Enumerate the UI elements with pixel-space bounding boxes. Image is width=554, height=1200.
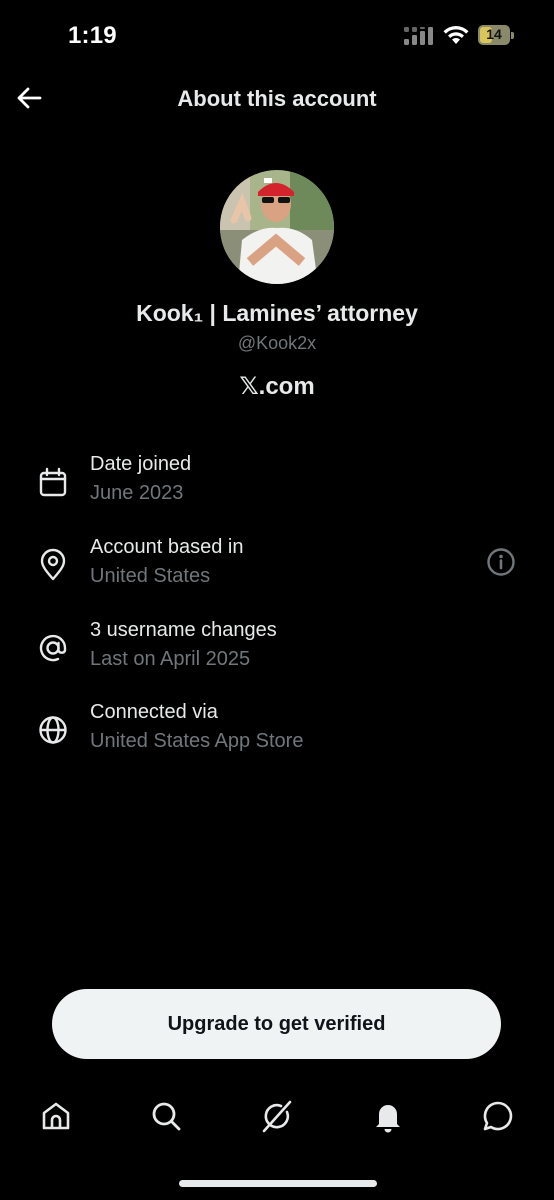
location-pin-icon bbox=[40, 548, 66, 581]
header: About this account bbox=[0, 74, 554, 124]
page-title: About this account bbox=[177, 86, 377, 111]
info-value: June 2023 bbox=[90, 482, 184, 504]
info-value: United States App Store bbox=[90, 730, 304, 752]
messages-icon[interactable] bbox=[480, 1098, 516, 1134]
info-icon[interactable] bbox=[486, 547, 516, 577]
wifi-icon bbox=[443, 25, 469, 44]
connected-via-row: Connected via United States App Store bbox=[0, 701, 554, 771]
home-icon[interactable] bbox=[38, 1098, 74, 1134]
grok-icon[interactable] bbox=[259, 1098, 295, 1134]
status-bar: 1:19 14 bbox=[0, 0, 554, 70]
date-joined-row: Date joined June 2023 bbox=[0, 453, 554, 523]
at-sign-icon bbox=[39, 634, 67, 662]
globe-icon bbox=[39, 716, 67, 744]
cellular-signal-icon bbox=[404, 27, 433, 45]
status-time: 1:19 bbox=[68, 22, 117, 49]
search-icon[interactable] bbox=[148, 1098, 184, 1134]
info-value: United States bbox=[90, 565, 211, 587]
calendar-icon bbox=[39, 467, 67, 497]
home-indicator bbox=[179, 1180, 377, 1187]
battery-level: 14 bbox=[486, 26, 502, 42]
upgrade-verified-button[interactable]: Upgrade to get verified bbox=[52, 989, 501, 1059]
battery-icon: 14 bbox=[478, 25, 516, 47]
username-changes-row: 3 username changes Last on April 2025 bbox=[0, 619, 554, 689]
bottom-tab-bar bbox=[0, 1088, 554, 1148]
avatar bbox=[220, 170, 334, 284]
notifications-icon[interactable] bbox=[370, 1098, 406, 1134]
info-label: Date joined bbox=[90, 453, 192, 475]
username-handle: @Kook2x bbox=[237, 333, 317, 353]
info-value: Last on April 2025 bbox=[90, 648, 251, 670]
info-label: 3 username changes bbox=[90, 619, 277, 641]
domain-label: 𝕏.com bbox=[239, 373, 315, 400]
info-label: Connected via bbox=[90, 701, 218, 723]
info-label: Account based in bbox=[90, 536, 244, 558]
account-based-in-row: Account based in United States bbox=[0, 536, 554, 606]
display-name: Kook₁ | Lamines’ attorney bbox=[136, 300, 418, 326]
